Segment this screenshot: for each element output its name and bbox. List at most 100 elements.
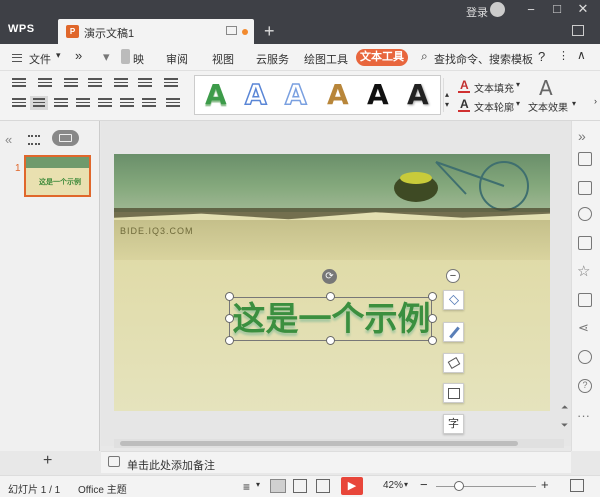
shapes-icon[interactable]	[578, 207, 592, 221]
align-right-icon[interactable]	[54, 98, 68, 108]
resize-handle[interactable]	[428, 314, 437, 323]
columns-icon[interactable]	[120, 98, 134, 108]
align-center-icon[interactable]	[30, 96, 48, 110]
search-command[interactable]: 查找命令、搜索模板	[434, 51, 533, 67]
collapse-ribbon-icon[interactable]: ∧	[577, 48, 586, 62]
bullet-list-icon[interactable]	[12, 78, 26, 88]
align-left-icon[interactable]	[12, 98, 26, 108]
resize-handle[interactable]	[428, 292, 437, 301]
more-icon[interactable]: ⋮	[558, 49, 569, 62]
chevron-down-icon[interactable]: ▾	[256, 480, 260, 489]
tab-text-tools[interactable]: 文本工具	[356, 49, 408, 66]
scroll-left-button[interactable]	[121, 49, 130, 64]
text-effect-icon[interactable]: A	[539, 76, 553, 100]
slide-sorter-button[interactable]	[293, 479, 307, 493]
distribute-icon[interactable]	[98, 98, 112, 108]
text-outline-button[interactable]: 文本轮廓	[474, 99, 514, 114]
chevron-down-icon[interactable]: ▾	[516, 80, 520, 89]
zoom-slider[interactable]	[436, 486, 536, 487]
history-icon[interactable]	[578, 350, 592, 364]
play-slideshow-button[interactable]: ▶	[341, 477, 363, 495]
text-fill-button[interactable]: 文本填充	[474, 80, 514, 95]
menu-file[interactable]: 文件	[29, 51, 51, 67]
text-style-blue-outline[interactable]: A	[244, 77, 267, 112]
collapse-pane-icon[interactable]: «	[5, 132, 12, 147]
copy-icon[interactable]	[578, 181, 592, 195]
text-style-gold[interactable]: A	[327, 78, 349, 111]
text-direction-icon[interactable]	[138, 78, 152, 88]
outline-view-icon[interactable]	[28, 135, 40, 145]
reading-view-button[interactable]	[316, 479, 330, 493]
selected-text-box[interactable]: 这是一个示例	[229, 297, 432, 341]
help-icon[interactable]: ?	[538, 49, 545, 64]
line-spacing-icon[interactable]	[114, 78, 128, 88]
notes-bar[interactable]: 单击此处添加备注	[101, 451, 571, 473]
text-style-green[interactable]: A	[205, 78, 227, 111]
align-text-icon[interactable]	[164, 78, 178, 88]
menu-view[interactable]: 视图	[212, 51, 234, 67]
next-slide-icon[interactable]: ⏷	[561, 420, 568, 431]
zoom-out-button[interactable]: −	[420, 477, 428, 492]
zoom-slider-thumb[interactable]	[454, 481, 464, 491]
more-dots-icon[interactable]: ···	[577, 408, 590, 423]
chevron-down-icon[interactable]: ▾	[572, 99, 576, 108]
star-icon[interactable]: ☆	[577, 262, 590, 280]
decrease-indent-icon[interactable]	[64, 78, 78, 88]
numbered-list-icon[interactable]	[38, 78, 52, 88]
add-slide-button[interactable]: +	[43, 452, 52, 470]
theme-name[interactable]: Office 主题	[78, 481, 127, 496]
new-tab-button[interactable]: +	[264, 20, 275, 42]
fit-to-window-icon[interactable]	[570, 479, 584, 492]
collapse-toolbar-button[interactable]: −	[446, 269, 460, 283]
login-link[interactable]: 登录	[466, 4, 488, 20]
resize-handle[interactable]	[326, 336, 335, 345]
zoom-in-button[interactable]: +	[541, 477, 549, 492]
chevron-right-icon[interactable]: ›	[594, 96, 597, 106]
monitor-icon[interactable]	[226, 26, 237, 35]
maximize-button[interactable]: □	[546, 1, 568, 16]
rotate-icon[interactable]: ⟳	[322, 269, 337, 284]
border-icon[interactable]	[443, 383, 464, 403]
help-circle-icon[interactable]: ?	[578, 379, 592, 393]
text-style-shadow[interactable]: A	[407, 78, 429, 111]
window-mode-icon[interactable]	[572, 25, 584, 36]
normal-view-button[interactable]	[270, 479, 286, 493]
layers-icon[interactable]	[443, 290, 464, 310]
collapse-sidebar-icon[interactable]: »	[578, 128, 586, 144]
pen-icon[interactable]	[443, 322, 464, 342]
zoom-level[interactable]: 42%	[383, 480, 403, 491]
text-style-black[interactable]: A	[367, 78, 389, 111]
chevron-down-icon[interactable]: ▾	[103, 49, 110, 65]
close-button[interactable]: ✕	[572, 1, 594, 17]
avatar[interactable]	[490, 2, 505, 17]
slide-title-text[interactable]: 这是一个示例	[230, 298, 433, 340]
share-icon[interactable]: ⋖	[578, 320, 589, 336]
text-box-icon[interactable]	[166, 98, 180, 108]
text-outline-icon[interactable]: A	[460, 97, 469, 111]
resize-handle[interactable]	[225, 314, 234, 323]
slide-view-toggle[interactable]	[52, 130, 79, 146]
chevron-down-icon[interactable]: ▾	[404, 480, 408, 489]
scroll-thumb[interactable]	[120, 441, 518, 446]
archive-icon[interactable]	[578, 293, 592, 307]
chevron-down-icon[interactable]: ▾	[516, 99, 520, 108]
magic-icon[interactable]	[578, 152, 592, 166]
vertical-align-icon[interactable]	[142, 98, 156, 108]
text-style-light-blue[interactable]: A	[284, 77, 307, 112]
text-format-button[interactable]: 字	[443, 414, 464, 434]
fill-bucket-icon[interactable]	[443, 353, 464, 373]
resize-handle[interactable]	[225, 292, 234, 301]
justify-icon[interactable]	[76, 98, 90, 108]
notes-placeholder[interactable]: 单击此处添加备注	[127, 457, 215, 473]
settings-sliders-icon[interactable]	[578, 236, 592, 250]
text-fill-icon[interactable]: A	[460, 78, 469, 92]
search-icon[interactable]: ⌕	[421, 49, 428, 64]
gallery-scroll[interactable]: ▴ ▾	[443, 78, 451, 112]
text-effect-button[interactable]: 文本效果	[528, 99, 568, 114]
prev-slide-icon[interactable]: ⏶	[561, 402, 568, 413]
document-tab[interactable]: P 演示文稿1	[58, 19, 254, 44]
resize-handle[interactable]	[326, 292, 335, 301]
menu-drawing-tools[interactable]: 绘图工具	[304, 51, 348, 67]
notes-toggle-icon[interactable]: ≡	[243, 480, 250, 494]
resize-handle[interactable]	[225, 336, 234, 345]
